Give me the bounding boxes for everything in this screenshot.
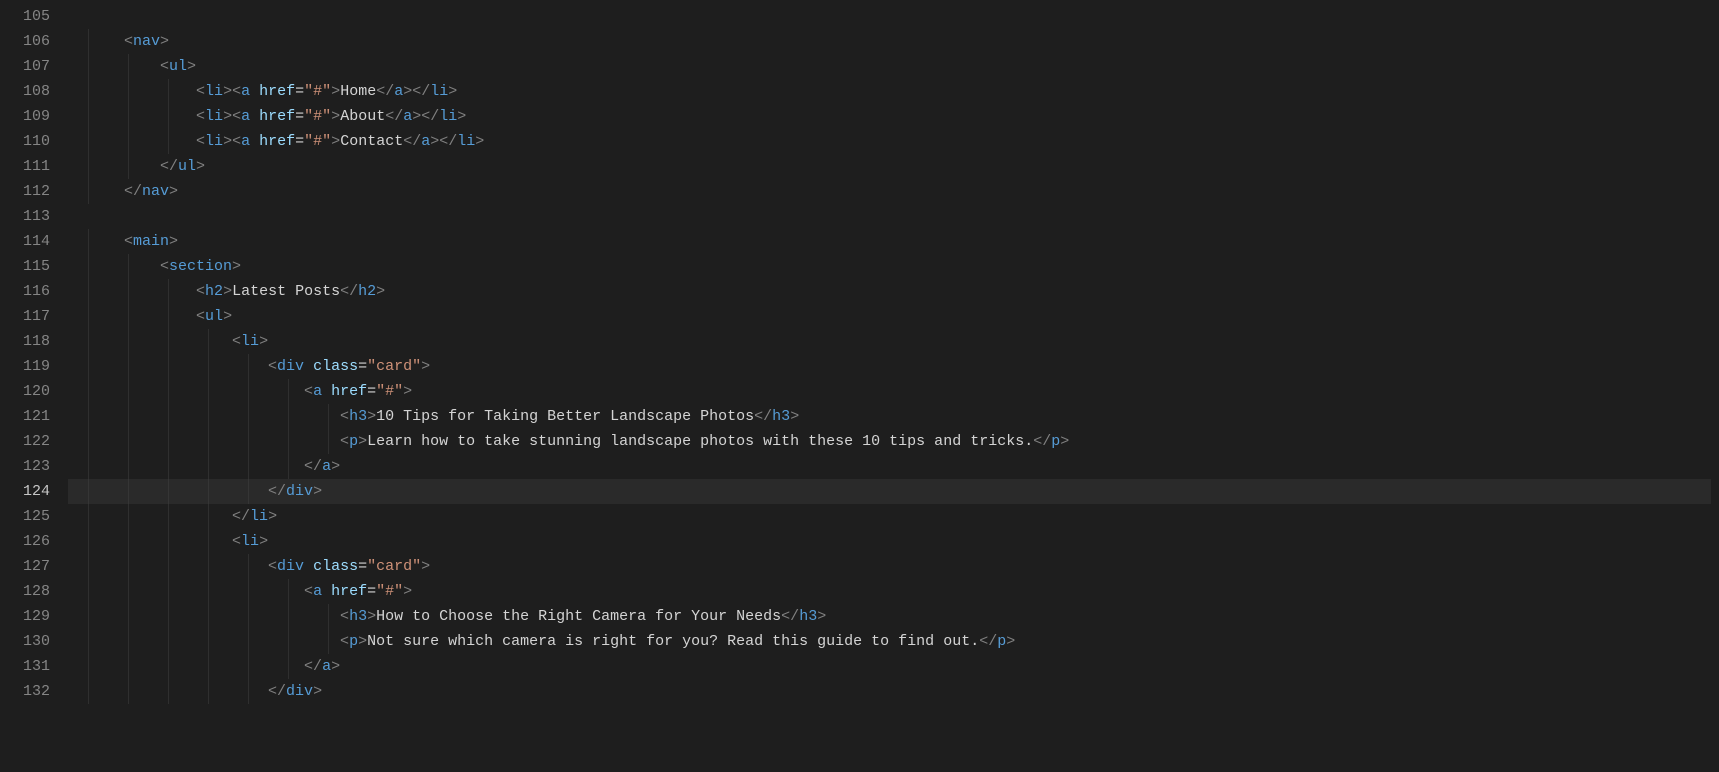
line-number: 105 xyxy=(0,4,50,29)
line-number: 132 xyxy=(0,679,50,704)
line-number: 131 xyxy=(0,654,50,679)
code-line[interactable] xyxy=(68,4,1719,29)
code-line[interactable] xyxy=(68,204,1719,229)
code-line[interactable]: <nav> xyxy=(68,29,1719,54)
line-number: 124 xyxy=(0,479,50,504)
code-area[interactable]: <nav> <ul> <li><a href="#">Home</a></li>… xyxy=(68,0,1719,772)
line-number: 116 xyxy=(0,279,50,304)
code-line[interactable]: <li><a href="#">About</a></li> xyxy=(68,104,1719,129)
line-number: 123 xyxy=(0,454,50,479)
minimap[interactable] xyxy=(1711,0,1719,772)
code-line[interactable]: <section> xyxy=(68,254,1719,279)
code-line[interactable]: </a> xyxy=(68,654,1719,679)
line-number: 111 xyxy=(0,154,50,179)
code-line[interactable]: <a href="#"> xyxy=(68,379,1719,404)
line-number: 120 xyxy=(0,379,50,404)
line-number: 118 xyxy=(0,329,50,354)
code-line[interactable]: </li> xyxy=(68,504,1719,529)
line-number: 129 xyxy=(0,604,50,629)
code-line[interactable]: <div class="card"> xyxy=(68,554,1719,579)
line-number: 119 xyxy=(0,354,50,379)
line-number: 113 xyxy=(0,204,50,229)
line-number: 110 xyxy=(0,129,50,154)
line-number: 121 xyxy=(0,404,50,429)
line-number: 122 xyxy=(0,429,50,454)
line-number: 125 xyxy=(0,504,50,529)
line-number: 128 xyxy=(0,579,50,604)
code-line[interactable]: <main> xyxy=(68,229,1719,254)
line-number: 127 xyxy=(0,554,50,579)
code-line[interactable]: <ul> xyxy=(68,304,1719,329)
code-line[interactable]: <div class="card"> xyxy=(68,354,1719,379)
code-line[interactable]: <p>Learn how to take stunning landscape … xyxy=(68,429,1719,454)
code-line[interactable]: <li><a href="#">Home</a></li> xyxy=(68,79,1719,104)
code-line[interactable]: </ul> xyxy=(68,154,1719,179)
line-number: 115 xyxy=(0,254,50,279)
code-line[interactable]: <a href="#"> xyxy=(68,579,1719,604)
line-number: 109 xyxy=(0,104,50,129)
code-line[interactable]: </a> xyxy=(68,454,1719,479)
code-line[interactable]: <ul> xyxy=(68,54,1719,79)
code-line[interactable]: </nav> xyxy=(68,179,1719,204)
code-line[interactable]: <li> xyxy=(68,329,1719,354)
line-number: 114 xyxy=(0,229,50,254)
line-number: 126 xyxy=(0,529,50,554)
line-number: 130 xyxy=(0,629,50,654)
code-line[interactable]: <li> xyxy=(68,529,1719,554)
line-number: 106 xyxy=(0,29,50,54)
code-line[interactable]: </div> xyxy=(68,479,1719,504)
line-number-gutter: 1051061071081091101111121131141151161171… xyxy=(0,0,68,772)
code-line[interactable]: <h2>Latest Posts</h2> xyxy=(68,279,1719,304)
code-line[interactable]: <li><a href="#">Contact</a></li> xyxy=(68,129,1719,154)
line-number: 112 xyxy=(0,179,50,204)
code-line[interactable]: </div> xyxy=(68,679,1719,704)
code-line[interactable]: <h3>How to Choose the Right Camera for Y… xyxy=(68,604,1719,629)
line-number: 117 xyxy=(0,304,50,329)
line-number: 107 xyxy=(0,54,50,79)
line-number: 108 xyxy=(0,79,50,104)
code-line[interactable]: <p>Not sure which camera is right for yo… xyxy=(68,629,1719,654)
code-editor[interactable]: 1051061071081091101111121131141151161171… xyxy=(0,0,1719,772)
code-line[interactable]: <h3>10 Tips for Taking Better Landscape … xyxy=(68,404,1719,429)
